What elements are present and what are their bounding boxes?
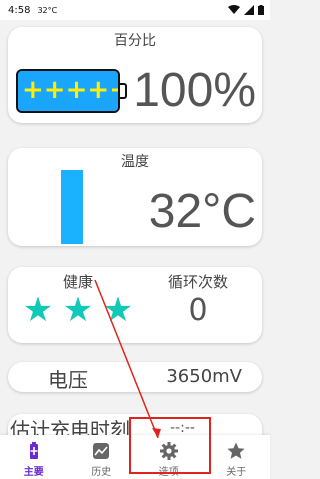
cycle-count-value: 0 [188,293,208,328]
plus-sign: + [43,75,66,105]
voltage-value: 3650mV [166,366,242,387]
bottom-nav: 主要 历史 选项 关于 [0,435,270,479]
nav-label-main: 主要 [23,467,44,478]
signal-icon [244,5,254,15]
temperature-value: 32°C [148,185,256,238]
estimate-value: --:-- [170,420,195,436]
voltage-card: 电压 3650mV [8,362,262,392]
plus-sign: + [65,75,88,105]
chart-icon [93,443,110,459]
gear-icon [159,442,178,460]
status-time: 4:58 [8,4,31,16]
temperature-title: 温度 [121,154,149,170]
nav-item-options[interactable]: 选项 [139,441,199,478]
battery-cap [120,83,127,99]
nav-label-about: 关于 [226,467,247,478]
status-temp-indicator: 32°C [37,5,58,15]
battery-icon [29,442,38,459]
wifi-icon [228,5,240,14]
nav-label-history: 历史 [91,467,112,478]
star-icon: ★ [102,290,134,330]
star-icon: ★ [62,290,94,330]
battery-status-icon [258,5,264,15]
star-icon [227,442,245,459]
plus-sign: + [109,77,118,103]
percent-value: 100% [133,64,256,117]
plus-sign: + [22,75,44,105]
nav-label-options: 选项 [158,467,179,478]
nav-item-main[interactable]: 主要 [4,441,64,478]
star-icon: ★ [22,290,54,330]
voltage-label: 电压 [48,368,88,392]
health-card: 健康 循环次数 ★ ★ ★ 0 [8,267,262,343]
battery-graphic: + + + + + [16,69,120,113]
percent-title: 百分比 [114,33,156,49]
temperature-card: 温度 32°C [8,148,262,246]
battery-plus-row: + + + + + [22,75,118,105]
status-bar: 4:58 32°C [0,0,270,20]
temperature-bar [61,170,83,244]
plus-sign: + [87,75,110,105]
health-label: 健康 [62,273,93,291]
nav-item-history[interactable]: 历史 [71,441,131,478]
health-stars: ★ ★ ★ [18,293,138,327]
percent-card: 百分比 + + + + + 100% [8,27,262,123]
cycle-count-label: 循环次数 [167,273,228,291]
nav-item-about[interactable]: 关于 [206,441,266,478]
